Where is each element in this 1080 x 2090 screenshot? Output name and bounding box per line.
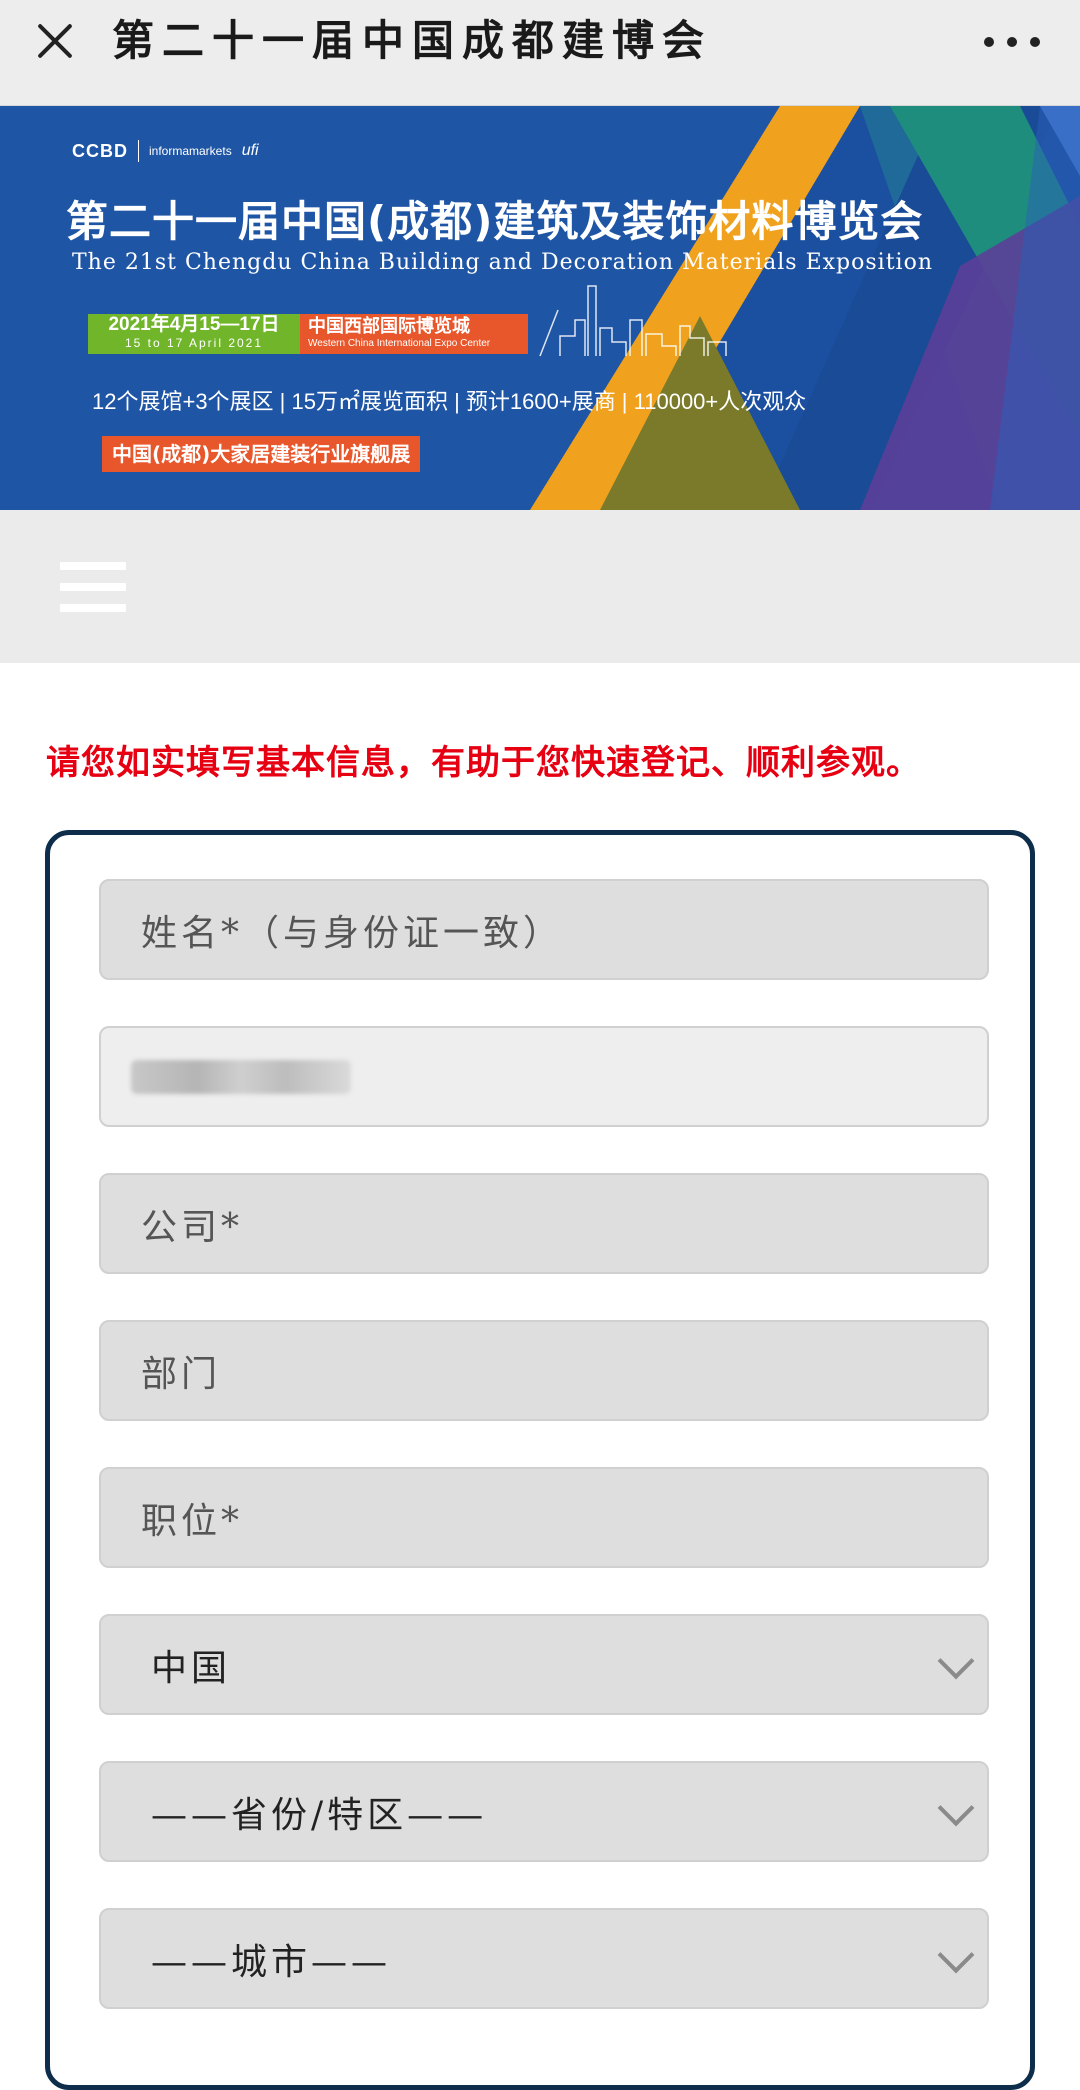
name-placeholder: 姓名*（与身份证一致）	[141, 912, 564, 954]
expo-venue-en: Western China International Expo Center	[308, 338, 491, 349]
expo-date-cn: 2021年4月15—17日	[108, 314, 280, 335]
banner-title-en: The 21st Chengdu China Building and Deco…	[72, 250, 933, 275]
banner-title-cn: 第二十一届中国(成都)建筑及装饰材料博览会	[66, 197, 924, 246]
province-select[interactable]: ——省份/特区——	[99, 1761, 989, 1862]
brand-logos: CCBD informamarkets ufi	[72, 140, 259, 162]
close-icon[interactable]	[32, 18, 78, 64]
department-field[interactable]: 部门	[99, 1320, 989, 1421]
city-select[interactable]: ——城市——	[99, 1908, 989, 2009]
expo-venue: 中国西部国际博览城 Western China International Ex…	[300, 314, 528, 354]
company-placeholder: 公司*	[141, 1206, 244, 1248]
country-select[interactable]: 中国	[99, 1614, 989, 1715]
name-field[interactable]: 姓名*（与身份证一致）	[99, 879, 989, 980]
chevron-down-icon	[939, 1942, 969, 1972]
logo-divider	[138, 140, 139, 162]
position-field[interactable]: 职位*	[99, 1467, 989, 1568]
menu-bar	[0, 510, 1080, 663]
expo-date: 2021年4月15—17日 15 to 17 April 2021	[88, 314, 300, 354]
expo-tagline: 中国(成都)大家居建装行业旗舰展	[102, 436, 421, 472]
position-placeholder: 职位*	[141, 1500, 244, 1542]
hamburger-menu-icon[interactable]	[60, 562, 126, 612]
top-app-bar: 第二十一届中国成都建博会	[0, 0, 1080, 106]
chevron-down-icon	[939, 1795, 969, 1825]
chevron-down-icon	[939, 1648, 969, 1678]
phone-field[interactable]	[99, 1026, 989, 1127]
expo-date-en: 15 to 17 April 2021	[124, 336, 264, 350]
province-value: ——省份/特区——	[151, 1794, 488, 1836]
expo-banner: CCBD informamarkets ufi 第二十一届中国(成都)建筑及装饰…	[0, 106, 1080, 510]
company-field[interactable]: 公司*	[99, 1173, 989, 1274]
more-options-icon[interactable]	[984, 28, 1040, 56]
ccbd-logo: CCBD	[72, 140, 128, 161]
form-notice: 请您如实填写基本信息，有助于您快速登记、顺利参观。	[46, 743, 921, 783]
expo-venue-cn: 中国西部国际博览城	[308, 316, 470, 336]
redacted-value	[131, 1059, 351, 1094]
registration-form: 姓名*（与身份证一致） 公司* 部门 职位* 中国 ——省份/特区—— ——城市…	[45, 830, 1035, 2090]
page-title: 第二十一届中国成都建博会	[112, 16, 713, 65]
country-value: 中国	[151, 1647, 232, 1689]
ufi-logo: ufi	[241, 142, 259, 159]
city-value: ——城市——	[151, 1941, 392, 1983]
informa-markets-logo: informamarkets	[149, 144, 232, 158]
department-placeholder: 部门	[141, 1353, 222, 1395]
expo-stats: 12个展馆+3个展区 | 15万㎡展览面积 | 预计1600+展商 | 1100…	[92, 389, 807, 414]
